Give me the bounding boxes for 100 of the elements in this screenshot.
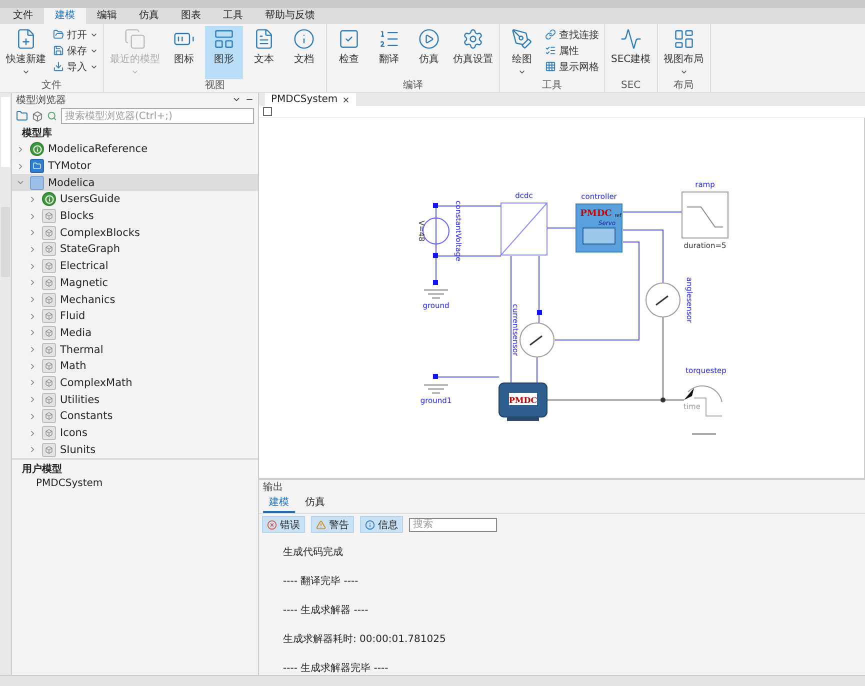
layout-icon	[672, 28, 695, 50]
close-icon[interactable]	[342, 96, 350, 104]
filter-button[interactable]: 信息	[360, 516, 403, 533]
search-field[interactable]: 搜索	[409, 518, 497, 532]
search-icon	[47, 111, 57, 121]
warning-icon	[316, 520, 326, 530]
search-field[interactable]: 搜索模型浏览器(Ctrl+;)	[61, 108, 254, 124]
output-tab[interactable]: 建模	[263, 493, 295, 513]
layout-icon	[213, 28, 235, 50]
menu-tab[interactable]: 建模	[44, 8, 86, 24]
folder-icon[interactable]	[16, 110, 28, 122]
ribbon-button[interactable]: 保存	[51, 43, 100, 58]
tree-item[interactable]: PMDCSystem	[12, 477, 258, 492]
ribbon-button[interactable]: 快速新建	[3, 26, 49, 79]
ribbon-button[interactable]: 仿真设置	[450, 26, 496, 79]
ground-symbol	[424, 384, 448, 394]
document-tab[interactable]: PMDCSystem	[265, 93, 356, 106]
block-icon	[42, 242, 56, 256]
output-tab[interactable]: 仿真	[299, 493, 331, 513]
square-icon[interactable]	[263, 107, 272, 116]
log-line: ---- 生成求解器 ----	[283, 605, 370, 617]
ribbon-button[interactable]: SEC建模	[608, 26, 654, 79]
tree-item[interactable]: ModelicaReference	[12, 141, 258, 158]
menu-tab[interactable]: 仿真	[128, 8, 170, 24]
filter-button[interactable]: 警告	[311, 516, 354, 533]
save-icon	[53, 45, 64, 56]
box-icon[interactable]	[32, 110, 43, 122]
error-icon	[267, 520, 277, 530]
tree-item[interactable]: Electrical	[12, 258, 258, 274]
download-icon	[53, 61, 64, 72]
filter-button[interactable]: 错误	[262, 516, 305, 533]
motor-label: PMDC	[508, 395, 538, 405]
block-icon	[42, 376, 56, 390]
group-label: 编译	[402, 79, 424, 92]
tree-item[interactable]: Fluid	[12, 308, 258, 325]
block-icon	[42, 409, 56, 424]
tree-item[interactable]: Mechanics	[12, 291, 258, 308]
tree-item[interactable]: UsersGuide	[12, 191, 258, 208]
tree-item[interactable]: Utilities	[12, 391, 258, 408]
ribbon-button[interactable]: 仿真	[410, 26, 448, 79]
ribbon-button[interactable]: 图标	[165, 26, 203, 79]
tree-item[interactable]: SIunits	[12, 441, 258, 458]
tree-item[interactable]: Blocks	[12, 208, 258, 224]
group-label: 文件	[40, 79, 62, 92]
tree-item[interactable]: Media	[12, 324, 258, 342]
caret-icon[interactable]	[232, 95, 241, 104]
ribbon-button[interactable]: 绘图	[503, 26, 541, 79]
ribbon-button[interactable]: 显示网格	[543, 59, 601, 74]
menu-tab[interactable]: 图表	[170, 8, 212, 24]
section-title: 模型库	[20, 126, 53, 141]
ribbon-button[interactable]: 文本	[245, 26, 283, 79]
tree-item[interactable]: Math	[12, 358, 258, 375]
menu-tab[interactable]: 编辑	[86, 8, 128, 24]
port-marker	[433, 280, 438, 285]
ribbon-button[interactable]: 导入	[51, 59, 100, 74]
wire	[538, 256, 540, 324]
log-line: 生成代码完成	[283, 547, 344, 559]
tree-item[interactable]: TYMotor	[12, 158, 258, 174]
voltage-source-symbol	[422, 218, 450, 244]
settings-icon	[462, 28, 484, 50]
block-icon	[42, 392, 56, 407]
tree-item[interactable]: StateGraph	[12, 241, 258, 258]
tree-item[interactable]: Modelica	[12, 174, 258, 192]
ground-symbol	[424, 290, 448, 298]
port-marker	[433, 374, 438, 379]
ribbon-button[interactable]: 翻译	[370, 26, 408, 79]
ribbon-button[interactable]: 视图布局	[660, 26, 707, 79]
tree-item[interactable]: ComplexMath	[12, 374, 258, 392]
log-line: 生成求解器耗时: 00:00:01.781025	[283, 634, 447, 646]
ribbon-button[interactable]: 文档	[285, 26, 323, 79]
ramp-block	[682, 192, 728, 238]
controller-block	[576, 204, 622, 252]
ribbon-button[interactable]: 图形	[205, 26, 243, 79]
panel-title: 输出	[263, 480, 284, 494]
block-icon	[42, 226, 56, 240]
group-label: 视图	[204, 79, 226, 92]
list-icon	[378, 28, 400, 50]
folder-icon	[53, 29, 64, 40]
info-icon	[30, 142, 44, 156]
menu-tab[interactable]: 工具	[212, 8, 254, 24]
group-label: 工具	[541, 79, 563, 92]
tree-item[interactable]: Magnetic	[12, 274, 258, 292]
group-label: 布局	[672, 79, 695, 92]
file-plus-icon	[15, 28, 37, 50]
ribbon-button[interactable]: 打开	[51, 27, 100, 42]
section-title: 用户模型	[21, 462, 63, 478]
tree-item[interactable]: Constants	[12, 408, 258, 425]
tree-item[interactable]: Thermal	[12, 341, 258, 358]
block-icon	[42, 426, 56, 440]
sensor-symbol	[520, 322, 554, 358]
tree-item[interactable]: Icons	[12, 424, 258, 442]
block-icon	[42, 209, 56, 224]
log-line: ---- 生成求解器完毕 ----	[283, 663, 390, 675]
copy-icon	[124, 28, 146, 50]
menu-tab[interactable]: 帮助与反馈	[254, 8, 326, 24]
ribbon-button[interactable]: 查找连接	[543, 27, 601, 42]
tree-item[interactable]: ComplexBlocks	[12, 224, 258, 242]
ribbon-button[interactable]: 属性	[543, 43, 601, 58]
ribbon-button[interactable]: 检查	[330, 26, 368, 79]
menu-tab[interactable]: 文件	[2, 8, 44, 24]
